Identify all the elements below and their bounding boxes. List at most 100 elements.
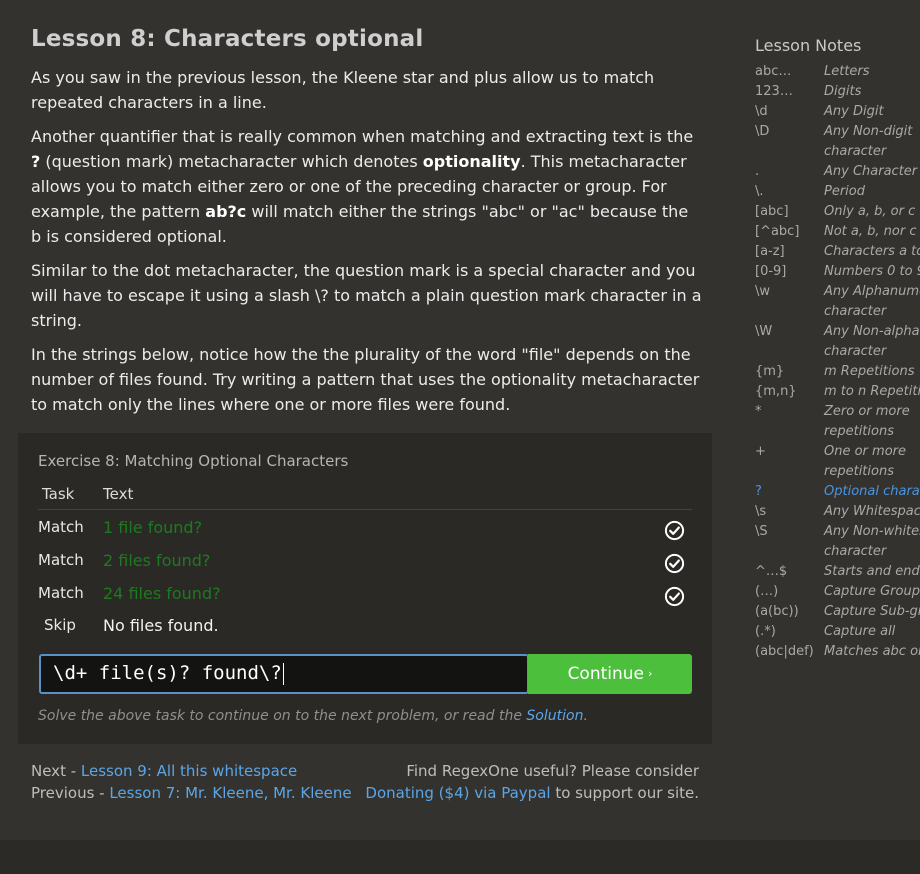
note-symbol: (abc|def) — [755, 644, 814, 659]
row-task: Match — [38, 584, 84, 602]
note-item: + One or more repetitions — [755, 442, 920, 482]
check-circle-icon — [664, 586, 685, 607]
check-circle-icon — [664, 553, 685, 574]
regex-input-value: \d+ file(s)? found\? — [53, 662, 282, 684]
note-item: (.*) Capture all — [755, 622, 920, 642]
note-description: Zero or more repetitions — [824, 404, 910, 439]
lesson-paragraph-3: Similar to the dot metacharacter, the qu… — [31, 261, 702, 330]
note-item: [a-z] Characters a to z — [755, 242, 920, 262]
note-description: Any Whitespace — [824, 504, 920, 519]
table-row: Skip No files found. — [18, 612, 712, 642]
row-task: Match — [38, 518, 84, 536]
row-task: Skip — [44, 616, 76, 634]
note-description: Any Non-whitespace character — [824, 524, 920, 559]
note-item: (a(bc)) Capture Sub-group — [755, 602, 920, 622]
note-symbol: \. — [755, 184, 764, 199]
previous-lesson-line: Previous - Lesson 7: Mr. Kleene, Mr. Kle… — [31, 782, 352, 804]
note-description: Capture Sub-group — [824, 604, 920, 619]
p2-question-mark: ? — [31, 152, 41, 171]
note-symbol: {m} — [755, 364, 785, 379]
solution-link[interactable]: Solution — [526, 708, 583, 724]
row-text: No files found. — [103, 616, 219, 635]
p2-optionality: optionality — [422, 152, 521, 171]
note-symbol: {m,n} — [755, 384, 797, 399]
note-symbol: + — [755, 444, 766, 459]
note-symbol: [a-z] — [755, 244, 785, 259]
note-item: [abc] Only a, b, or c — [755, 202, 920, 222]
note-symbol: ^…$ — [755, 564, 788, 579]
note-item: 123… Digits — [755, 82, 920, 102]
header-divider — [38, 509, 692, 510]
note-description: Numbers 0 to 9 — [824, 264, 920, 279]
note-item: \W Any Non-alphanumeric character — [755, 322, 920, 362]
note-description: Capture Group — [824, 584, 920, 599]
note-symbol: (a(bc)) — [755, 604, 799, 619]
next-lesson-link[interactable]: Lesson 9: All this whitespace — [81, 762, 297, 780]
hint-after: . — [583, 708, 588, 724]
p2-part-b: (question mark) metacharacter which deno… — [40, 152, 423, 171]
note-symbol: abc… — [755, 64, 792, 79]
note-description: Capture all — [824, 624, 896, 639]
exercise-title: Exercise 8: Matching Optional Characters — [38, 452, 349, 470]
note-item: (…) Capture Group — [755, 582, 920, 602]
note-description: Any Non-alphanumeric character — [824, 324, 920, 359]
donate-link[interactable]: Donating ($4) via Paypal — [365, 784, 550, 802]
note-item: . Any Character — [755, 162, 920, 182]
note-symbol: [abc] — [755, 204, 789, 219]
p2-part-a: Another quantifier that is really common… — [31, 127, 694, 146]
note-symbol: \w — [755, 284, 771, 299]
support-message: Find RegexOne useful? Please consider Do… — [365, 760, 699, 804]
note-symbol: (.*) — [755, 624, 776, 639]
note-description: Characters a to z — [824, 244, 920, 259]
p2-pattern: ab?c — [205, 202, 247, 221]
note-description: Optional character — [824, 484, 920, 499]
note-symbol: [0-9] — [755, 264, 787, 279]
note-item: (abc|def) Matches abc or def — [755, 642, 920, 662]
chevron-right-icon: › — [648, 667, 653, 680]
support-line-2: Donating ($4) via Paypal to support our … — [365, 782, 699, 804]
lesson-navigation: Next - Lesson 9: All this whitespace Pre… — [31, 760, 352, 804]
note-item: \S Any Non-whitespace character — [755, 522, 920, 562]
note-item-active: ? Optional character — [755, 482, 920, 502]
note-symbol: \d — [755, 104, 768, 119]
note-item: abc… Letters — [755, 62, 920, 82]
page-title: Lesson 8: Characters optional — [31, 26, 424, 52]
check-circle-icon — [664, 520, 685, 541]
table-row: Match 24 files found? — [18, 580, 712, 610]
note-item: \D Any Non-digit character — [755, 122, 920, 162]
lesson-notes-title: Lesson Notes — [755, 36, 862, 55]
continue-label: Continue — [567, 664, 645, 684]
note-item: * Zero or more repetitions — [755, 402, 920, 442]
lesson-paragraph-1: As you saw in the previous lesson, the K… — [31, 68, 655, 112]
note-symbol: \S — [755, 524, 768, 539]
hint-before: Solve the above task to continue on to t… — [38, 708, 527, 724]
continue-button[interactable]: Continue › — [528, 654, 692, 694]
regex-input[interactable]: \d+ file(s)? found\? — [39, 654, 529, 694]
note-item: \w Any Alphanumeric character — [755, 282, 920, 322]
lesson-content: Lesson 8: Characters optional As you saw… — [31, 26, 703, 426]
table-row: Match 1 file found? — [18, 514, 712, 544]
note-item: \d Any Digit — [755, 102, 920, 122]
note-description: Not a, b, nor c — [824, 224, 917, 239]
note-description: Period — [824, 184, 865, 199]
note-description: Any Non-digit character — [824, 124, 913, 159]
note-item: ^…$ Starts and ends — [755, 562, 920, 582]
text-caret — [282, 662, 284, 685]
note-symbol: ? — [755, 484, 762, 499]
note-symbol: \W — [755, 324, 773, 339]
note-description: Digits — [824, 84, 862, 99]
lesson-paragraph-2: Another quantifier that is really common… — [31, 124, 703, 249]
previous-prefix: Previous - — [31, 784, 110, 802]
note-symbol: 123… — [755, 84, 793, 99]
next-lesson-line: Next - Lesson 9: All this whitespace — [31, 760, 352, 782]
previous-lesson-link[interactable]: Lesson 7: Mr. Kleene, Mr. Kleene — [109, 784, 351, 802]
note-item: \s Any Whitespace — [755, 502, 920, 522]
note-symbol: (…) — [755, 584, 779, 599]
note-item: {m,n} m to n Repetitions — [755, 382, 920, 402]
row-text: 1 file found? — [103, 518, 203, 537]
note-description: One or more repetitions — [824, 444, 906, 479]
support-line-2-after: to support our site. — [550, 784, 699, 802]
row-task: Match — [38, 551, 84, 569]
column-header-task: Task — [42, 485, 75, 503]
row-text: 24 files found? — [103, 584, 221, 603]
